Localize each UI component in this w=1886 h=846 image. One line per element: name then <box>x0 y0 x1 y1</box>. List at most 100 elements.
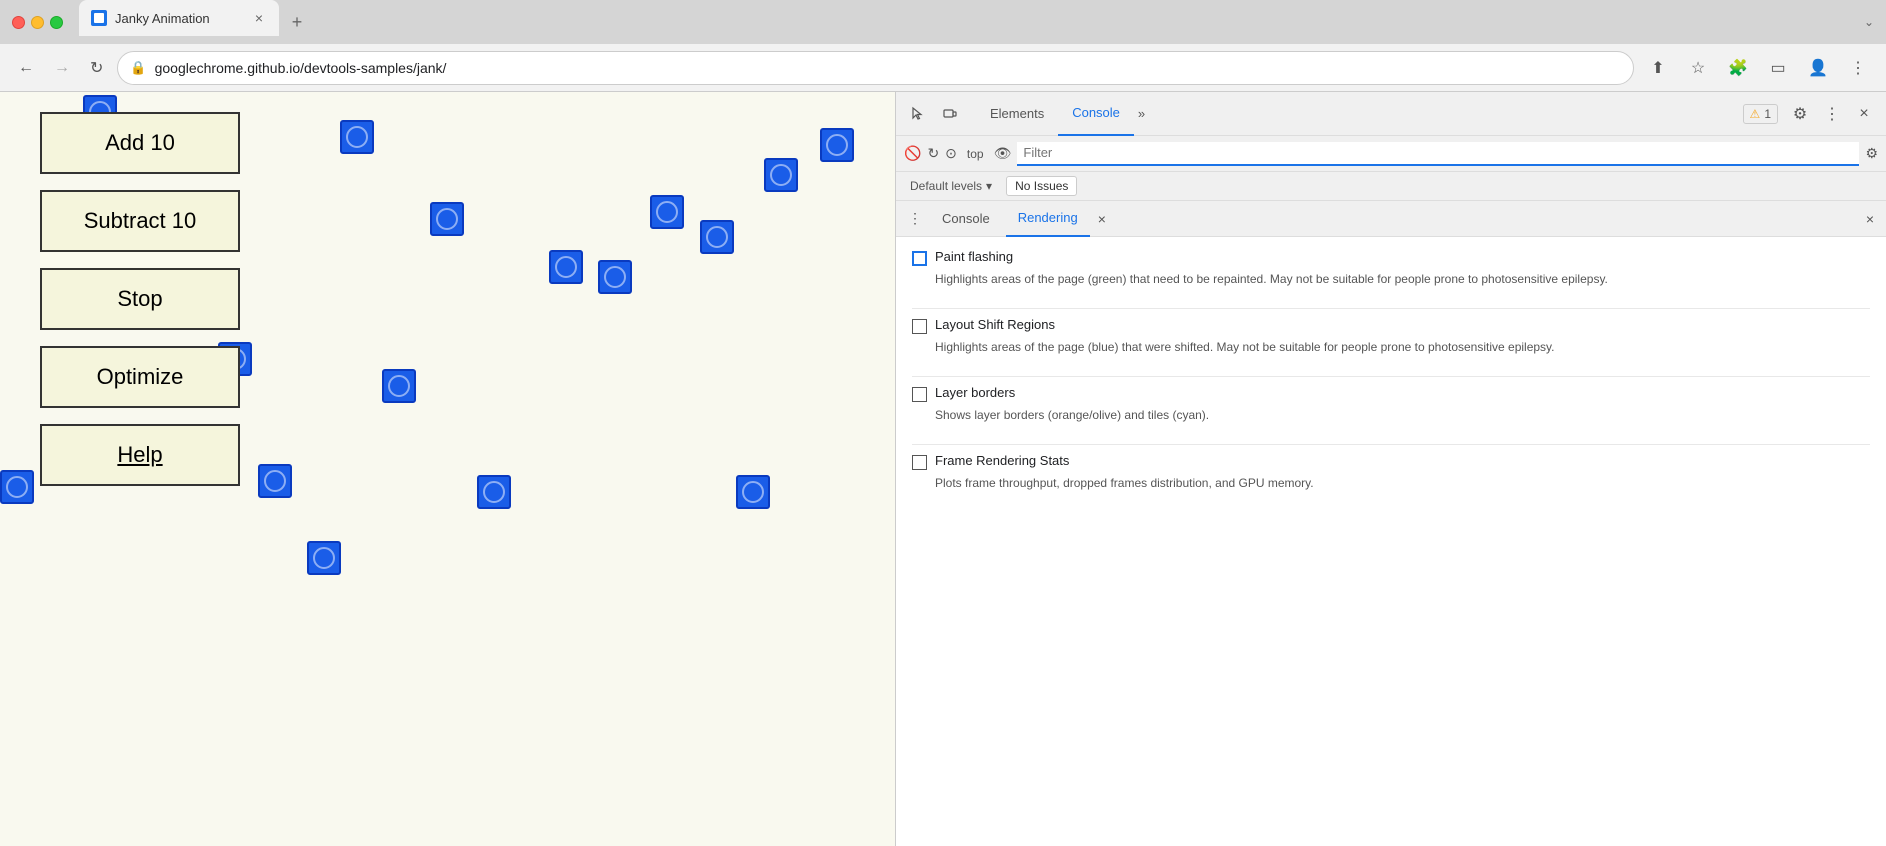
layer-borders-option: Layer borders Shows layer borders (orang… <box>912 385 1870 424</box>
blue-square <box>307 541 341 575</box>
devtools-panel: Elements Console » ⚠ 1 ⚙ ⋮ × 🚫 ↻ ⊙ top 👁 <box>895 92 1886 846</box>
jank-page: Add 10 Subtract 10 Stop Optimize Help <box>0 92 895 846</box>
chevron-down-icon: ▾ <box>986 179 992 193</box>
traffic-lights <box>12 16 63 29</box>
devtools-header: Elements Console » ⚠ 1 ⚙ ⋮ × <box>896 92 1886 136</box>
blue-square <box>340 120 374 154</box>
share-button[interactable]: ⬆ <box>1642 52 1674 84</box>
blue-square <box>477 475 511 509</box>
forward-button[interactable]: → <box>48 55 76 81</box>
blue-square <box>700 220 734 254</box>
close-rendering-tab-button[interactable]: × <box>1094 209 1110 229</box>
warning-count: 1 <box>1764 107 1771 121</box>
reload-button[interactable]: ↻ <box>84 54 109 82</box>
blue-square <box>764 158 798 192</box>
no-issues-button[interactable]: No Issues <box>1006 176 1077 196</box>
levels-bar: Default levels ▾ No Issues <box>896 172 1886 201</box>
frame-rendering-option: Frame Rendering Stats Plots frame throug… <box>912 453 1870 492</box>
more-tabs-button[interactable]: » <box>1134 102 1149 125</box>
lock-icon: 🔒 <box>130 60 146 76</box>
new-tab-button[interactable]: + <box>283 8 311 36</box>
inspect-element-button[interactable] <box>904 100 932 128</box>
devtools-close-button[interactable]: × <box>1850 100 1878 128</box>
layer-borders-header: Layer borders <box>912 385 1870 402</box>
extensions-button[interactable]: 🧩 <box>1722 52 1754 84</box>
profile-button[interactable]: 👤 <box>1802 52 1834 84</box>
warning-badge[interactable]: ⚠ 1 <box>1743 104 1778 124</box>
layer-borders-desc: Shows layer borders (orange/olive) and t… <box>935 406 1870 424</box>
title-bar: Janky Animation × + ⌄ <box>0 0 1886 44</box>
subtract10-button[interactable]: Subtract 10 <box>40 190 240 252</box>
cursor-icon <box>910 106 926 122</box>
frame-rendering-header: Frame Rendering Stats <box>912 453 1870 470</box>
active-tab[interactable]: Janky Animation × <box>79 0 279 36</box>
back-button[interactable]: ← <box>12 55 40 81</box>
paint-flashing-title: Paint flashing <box>935 249 1013 264</box>
blue-square <box>258 464 292 498</box>
optimize-button[interactable]: Optimize <box>40 346 240 408</box>
address-bar[interactable]: 🔒 googlechrome.github.io/devtools-sample… <box>117 51 1634 85</box>
blue-square <box>430 202 464 236</box>
elements-tab[interactable]: Elements <box>976 92 1058 136</box>
devtools-settings-button[interactable]: ⚙ <box>1786 100 1814 128</box>
layout-shift-checkbox[interactable] <box>912 319 927 334</box>
device-icon <box>942 106 958 122</box>
main-content: Add 10 Subtract 10 Stop Optimize Help <box>0 92 1886 846</box>
blue-square <box>598 260 632 294</box>
ban-icon: 🚫 <box>904 145 921 162</box>
stop-button[interactable]: Stop <box>40 268 240 330</box>
eye-icon: 👁 <box>994 145 1012 162</box>
window-menu-button[interactable]: ⌄ <box>1864 15 1874 29</box>
console-toolbar: 🚫 ↻ ⊙ top 👁 ⚙ <box>896 136 1886 172</box>
settings-small-icon: ⚙ <box>1865 145 1878 162</box>
console-drawer-tab[interactable]: Console <box>930 201 1002 237</box>
filter-icon: ⊙ <box>945 145 957 162</box>
refresh-icon: ↻ <box>927 145 939 162</box>
blue-square <box>736 475 770 509</box>
close-drawer-button[interactable]: × <box>1862 207 1878 231</box>
tab-favicon <box>91 10 107 26</box>
tab-close-button[interactable]: × <box>251 10 267 26</box>
add10-button[interactable]: Add 10 <box>40 112 240 174</box>
default-levels-button[interactable]: Default levels ▾ <box>904 177 998 195</box>
devtools-tabs: Elements Console » <box>976 92 1739 136</box>
menu-button[interactable]: ⋮ <box>1842 52 1874 84</box>
bookmark-button[interactable]: ☆ <box>1682 52 1714 84</box>
url-text: googlechrome.github.io/devtools-samples/… <box>155 60 1621 76</box>
paint-flashing-option: Paint flashing Highlights areas of the p… <box>912 249 1870 288</box>
layer-borders-title: Layer borders <box>935 385 1015 400</box>
layer-borders-checkbox[interactable] <box>912 387 927 402</box>
help-button[interactable]: Help <box>40 424 240 486</box>
layout-shift-option: Layout Shift Regions Highlights areas of… <box>912 317 1870 356</box>
layout-shift-desc: Highlights areas of the page (blue) that… <box>935 338 1870 356</box>
rendering-tab[interactable]: Rendering <box>1006 201 1090 237</box>
drawer-tabs: ⋮ Console Rendering × × <box>896 201 1886 237</box>
frame-rendering-title: Frame Rendering Stats <box>935 453 1069 468</box>
tab-bar: Janky Animation × + <box>79 8 1856 36</box>
warning-icon: ⚠ <box>1750 107 1761 121</box>
top-selector[interactable]: top <box>963 145 988 163</box>
frame-rendering-checkbox[interactable] <box>912 455 927 470</box>
close-button[interactable] <box>12 16 25 29</box>
frame-rendering-desc: Plots frame throughput, dropped frames d… <box>935 474 1870 492</box>
nav-actions: ⬆ ☆ 🧩 ▭ 👤 ⋮ <box>1642 52 1874 84</box>
maximize-button[interactable] <box>50 16 63 29</box>
console-tab[interactable]: Console <box>1058 92 1134 136</box>
blue-square <box>820 128 854 162</box>
devtools-more-button[interactable]: ⋮ <box>1818 100 1846 128</box>
filter-input[interactable] <box>1017 142 1859 166</box>
blue-square <box>549 250 583 284</box>
rendering-content: Paint flashing Highlights areas of the p… <box>896 237 1886 846</box>
minimize-button[interactable] <box>31 16 44 29</box>
paint-flashing-header: Paint flashing <box>912 249 1870 266</box>
paint-flashing-checkbox[interactable] <box>912 251 927 266</box>
drawer-more-button[interactable]: ⋮ <box>904 206 926 231</box>
device-toolbar-button[interactable] <box>936 100 964 128</box>
cast-button[interactable]: ▭ <box>1762 52 1794 84</box>
nav-bar: ← → ↻ 🔒 googlechrome.github.io/devtools-… <box>0 44 1886 92</box>
page-buttons: Add 10 Subtract 10 Stop Optimize Help <box>0 92 240 846</box>
tab-title: Janky Animation <box>115 11 243 26</box>
layout-shift-title: Layout Shift Regions <box>935 317 1055 332</box>
paint-flashing-desc: Highlights areas of the page (green) tha… <box>935 270 1870 288</box>
blue-square <box>382 369 416 403</box>
